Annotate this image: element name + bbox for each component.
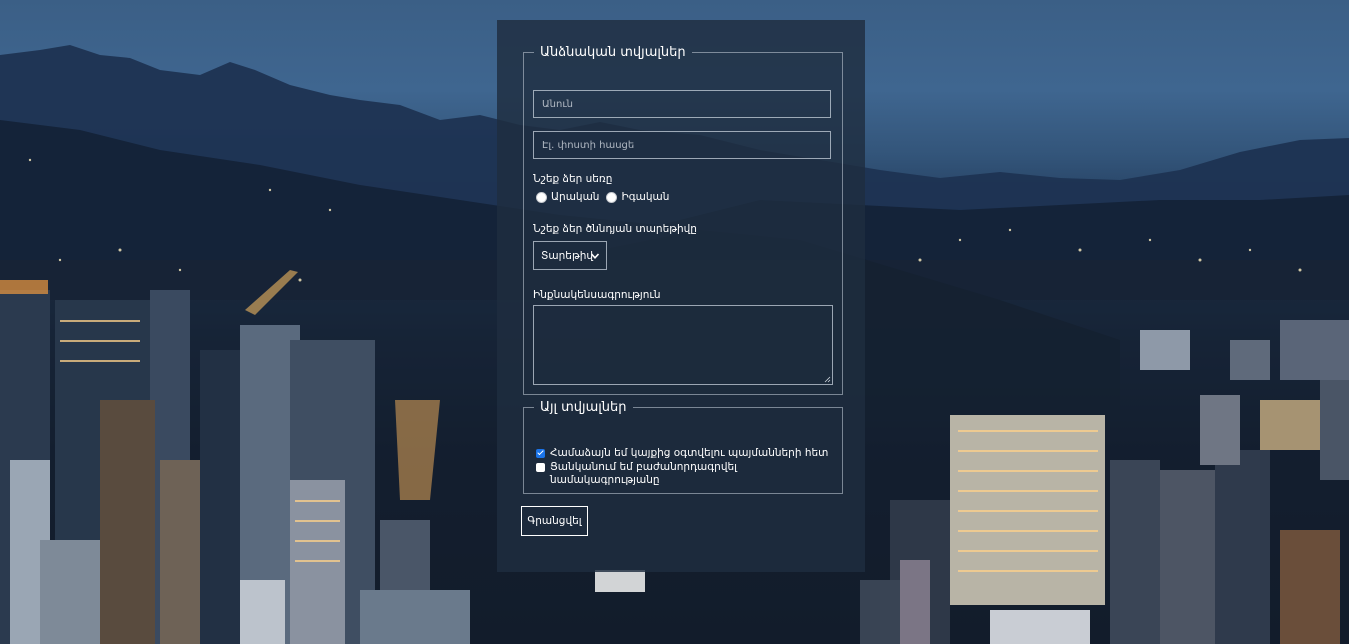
gender-radio-female[interactable] bbox=[606, 191, 618, 203]
birth-year-select[interactable]: Տարեթիվ bbox=[533, 241, 607, 270]
chevron-down-icon bbox=[590, 253, 600, 259]
registration-form: Անձնական տվյալներ Նշեք ձեր սեռը Արական Ի… bbox=[497, 20, 865, 572]
newsletter-label: Ցանկանում եմ բաժանորդագրվել նամակագրությ… bbox=[550, 461, 737, 486]
gender-radio-group: Արական Իգական bbox=[536, 191, 669, 203]
birth-year-selected-value: Տարեթիվ bbox=[541, 249, 594, 262]
birth-year-label: Նշեք ձեր ծննդյան տարեթիվը bbox=[533, 223, 697, 235]
name-input[interactable] bbox=[533, 90, 831, 118]
gender-option-female-label: Իգական bbox=[621, 191, 670, 203]
email-input[interactable] bbox=[533, 131, 831, 159]
agree-terms-checkbox[interactable] bbox=[536, 449, 545, 458]
register-button[interactable]: Գրանցվել bbox=[521, 506, 588, 536]
personal-data-legend: Անձնական տվյալներ bbox=[540, 45, 686, 60]
newsletter-checkbox[interactable] bbox=[536, 463, 545, 472]
resize-handle-icon[interactable] bbox=[823, 375, 831, 383]
gender-radio-male[interactable] bbox=[536, 191, 547, 203]
agree-terms-label: Համաձայն եմ կայքից օգտվելու պայմանների հ… bbox=[550, 447, 829, 459]
agree-terms-row: Համաձայն եմ կայքից օգտվելու պայմանների հ… bbox=[536, 447, 828, 460]
bio-label: Ինքնակենսագրություն bbox=[533, 289, 661, 301]
gender-label: Նշեք ձեր սեռը bbox=[533, 173, 613, 185]
other-data-legend: Այլ տվյալներ bbox=[540, 400, 627, 415]
bio-textarea[interactable] bbox=[533, 305, 833, 385]
newsletter-row: Ցանկանում եմ բաժանորդագրվել նամակագրությ… bbox=[536, 461, 796, 487]
personal-data-fieldset: Անձնական տվյալներ Նշեք ձեր սեռը Արական Ի… bbox=[523, 45, 843, 395]
gender-option-male-label: Արական bbox=[551, 191, 600, 203]
other-data-fieldset: Այլ տվյալներ Համաձայն եմ կայքից օգտվելու… bbox=[523, 400, 843, 494]
